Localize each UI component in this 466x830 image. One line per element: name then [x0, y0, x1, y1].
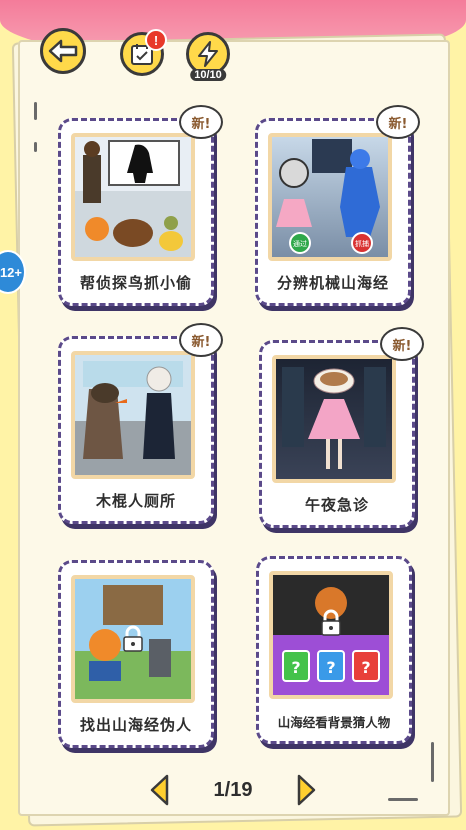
new-badge: 新! [179, 105, 223, 139]
svg-text:?: ? [291, 658, 300, 677]
level-thumbnail [71, 351, 195, 479]
level-title: 找出山海经伪人 [79, 716, 192, 734]
svg-text:?: ? [361, 658, 370, 677]
back-arrow-icon [48, 39, 78, 63]
next-page-button[interactable] [296, 773, 318, 807]
svg-text:?: ? [326, 658, 335, 677]
prev-page-button[interactable] [148, 773, 170, 807]
lock-icon [321, 609, 341, 636]
level-title: 午夜急诊 [304, 496, 369, 514]
level-thumbnail [272, 355, 396, 483]
level-title: 山海经看背景猜人物 [277, 715, 391, 730]
level-title: 分辨机械山海经 [276, 274, 389, 292]
scribble-mark [34, 102, 37, 120]
triangle-left-icon [150, 774, 168, 806]
level-thumbnail [71, 575, 195, 703]
triangle-right-icon [298, 774, 316, 806]
pass-button-label: 通过 [293, 239, 307, 248]
new-badge: 新! [376, 105, 420, 139]
level-thumbnail: ? ? ? [269, 571, 393, 699]
page-indicator: 1/19 [213, 778, 253, 801]
new-badge: 新! [380, 327, 424, 361]
level-card-5[interactable]: 找出山海经伪人 [58, 560, 214, 748]
new-badge: 新! [179, 323, 223, 357]
level-thumbnail: 通过 抓捕 [268, 133, 392, 261]
level-card-6[interactable]: ? ? ? 山海经看背景猜人物 [256, 556, 412, 744]
level-card-4[interactable]: 午夜急诊 新! [259, 327, 424, 528]
pagination: 1/19 [0, 768, 466, 812]
level-title: 木棍人厕所 [95, 492, 176, 510]
level-title: 帮侦探鸟抓小偷 [79, 274, 192, 292]
alert-badge: ! [145, 29, 167, 51]
back-button[interactable] [40, 28, 86, 74]
lightning-icon [198, 41, 218, 67]
lock-icon [123, 625, 143, 652]
scribble-mark [34, 142, 37, 152]
level-card-2[interactable]: 通过 抓捕 分辨机械山海经 新! [255, 105, 420, 306]
catch-button-label: 抓捕 [355, 239, 369, 248]
level-card-3[interactable]: 木棍人厕所 新! [58, 323, 223, 524]
daily-checkin-button[interactable]: ! [120, 29, 167, 76]
energy-button[interactable]: 10/10 [186, 32, 230, 81]
level-card-1[interactable]: 帮侦探鸟抓小偷 新! [58, 105, 223, 306]
level-thumbnail [71, 133, 195, 261]
energy-count: 10/10 [190, 69, 226, 81]
